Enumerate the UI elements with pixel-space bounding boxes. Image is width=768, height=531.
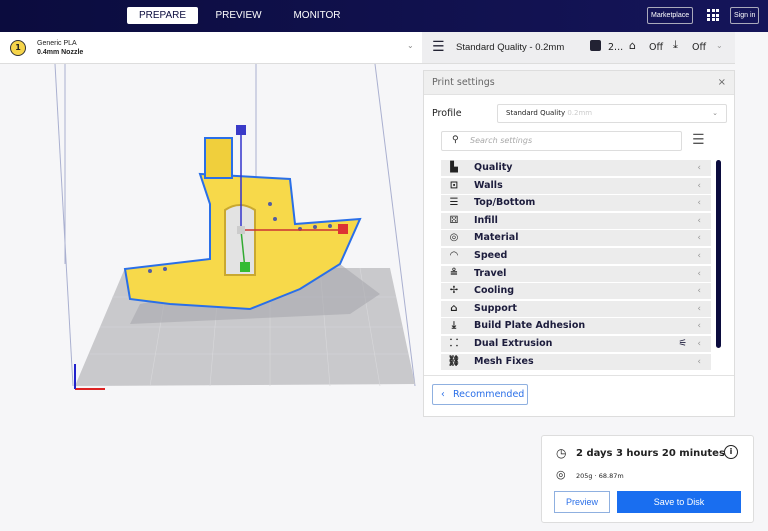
- save-to-disk-button[interactable]: Save to Disk: [617, 491, 741, 513]
- printer-selector[interactable]: 1 Generic PLA 0.4mm Nozzle ⌄: [0, 32, 422, 64]
- category-label: Quality: [474, 162, 513, 173]
- settings-category-dual-extrusion[interactable]: ⸬ Dual Extrusion ⚟ ‹: [441, 336, 711, 352]
- print-time: 2 days 3 hours 20 minutes: [576, 448, 725, 459]
- chevron-down-icon: ⌄: [716, 41, 723, 50]
- profile-dropdown[interactable]: Standard Quality 0.2mm ⌄: [497, 104, 727, 123]
- print-setup-selector[interactable]: ☰ Standard Quality - 0.2mm 2... ⌂ Off ⤓ …: [422, 32, 735, 64]
- category-icon: ⤓: [451, 320, 457, 332]
- chevron-left-icon: ‹: [697, 268, 701, 279]
- category-icon: ☰: [449, 197, 459, 209]
- category-label: Infill: [474, 214, 498, 226]
- category-label: Speed: [474, 250, 508, 261]
- chevron-left-icon: ‹: [697, 215, 701, 226]
- menu-icon[interactable]: ☰: [692, 132, 705, 148]
- settings-category-top-bottom[interactable]: ☰ Top/Bottom ‹: [441, 195, 711, 212]
- material-usage: 205g · 68.87m: [576, 472, 624, 480]
- category-icon: ◠: [450, 250, 458, 261]
- adhesion-value: Off: [692, 42, 707, 53]
- preview-button[interactable]: Preview: [554, 491, 610, 513]
- tab-monitor[interactable]: MONITOR: [285, 7, 349, 24]
- settings-category-infill[interactable]: ⚄ Infill ‹: [441, 212, 711, 229]
- settings-category-travel[interactable]: ≗ Travel ‹: [441, 265, 711, 282]
- print-settings-panel: Print settings × Profile Standard Quality…: [423, 70, 735, 417]
- chevron-left-icon: ‹: [697, 198, 701, 209]
- close-icon[interactable]: ×: [718, 71, 726, 95]
- support-value: Off: [649, 42, 664, 53]
- spool-icon: ◎: [556, 468, 566, 481]
- category-label: Dual Extrusion: [474, 338, 553, 349]
- settings-category-speed[interactable]: ◠ Speed ‹: [441, 248, 711, 264]
- profile-suffix: 0.2mm: [567, 109, 593, 117]
- recommended-button[interactable]: ‹ Recommended: [432, 384, 528, 405]
- y-axis-handle: [240, 262, 250, 272]
- viewport-3d[interactable]: [0, 64, 430, 404]
- search-placeholder: Search settings: [470, 136, 533, 145]
- category-icon: ⛓: [447, 355, 461, 367]
- chevron-left-icon: ‹: [697, 286, 701, 297]
- settings-category-quality[interactable]: ▙ Quality ‹: [441, 160, 711, 176]
- header: PREPARE PREVIEW MONITOR Marketplace Sign…: [0, 0, 768, 32]
- category-icon: ⊡: [449, 179, 459, 191]
- sliders-icon: ☰: [432, 39, 445, 55]
- category-icon: ⸬: [449, 338, 459, 349]
- tab-preview[interactable]: PREVIEW: [210, 7, 267, 24]
- category-label: Mesh Fixes: [474, 355, 534, 367]
- category-icon: ≗: [449, 267, 459, 279]
- infill-value: 2...: [608, 42, 624, 53]
- chevron-left-icon: ‹: [697, 356, 701, 367]
- settings-category-cooling[interactable]: ✢ Cooling ‹: [441, 283, 711, 300]
- panel-title: Print settings: [432, 77, 495, 88]
- category-label: Walls: [474, 179, 503, 191]
- settings-category-support[interactable]: ⌂ Support ‹: [441, 300, 711, 317]
- clock-icon: ◷: [556, 446, 567, 460]
- category-icon: ✢: [449, 285, 459, 297]
- chevron-down-icon: ⌄: [712, 109, 718, 117]
- apps-grid-icon[interactable]: [707, 9, 719, 21]
- tab-prepare[interactable]: PREPARE: [127, 7, 198, 24]
- nozzle-size: 0.4mm Nozzle: [37, 49, 84, 56]
- category-label: Support: [474, 302, 517, 314]
- settings-category-build-plate-adhesion[interactable]: ⤓ Build Plate Adhesion ‹: [441, 318, 711, 335]
- chevron-left-icon: ‹: [697, 251, 701, 261]
- category-label: Cooling: [474, 285, 515, 297]
- category-label: Travel: [474, 267, 507, 279]
- chevron-left-icon: ‹: [697, 163, 701, 173]
- category-label: Build Plate Adhesion: [474, 320, 586, 332]
- z-axis-handle: [236, 125, 246, 135]
- chevron-left-icon: ‹: [697, 180, 701, 191]
- settings-category-material[interactable]: ◎ Material ‹: [441, 230, 711, 247]
- chevron-left-icon: ‹: [697, 321, 701, 332]
- search-icon: ⚲: [452, 135, 459, 145]
- recommended-label: Recommended: [453, 389, 525, 400]
- settings-category-mesh-fixes[interactable]: ⛓ Mesh Fixes ‹: [441, 353, 711, 370]
- sign-in-button[interactable]: Sign in: [730, 7, 760, 24]
- category-icon: ⌂: [450, 302, 458, 314]
- chevron-left-icon: ‹: [697, 339, 701, 349]
- quality-profile: Standard Quality - 0.2mm: [456, 42, 565, 53]
- category-label: Material: [474, 232, 519, 244]
- search-settings-input[interactable]: ⚲ Search settings: [441, 131, 682, 151]
- profile-value: Standard Quality: [506, 109, 566, 117]
- adhesion-icon: ⤓: [673, 38, 678, 51]
- chevron-left-icon: ‹: [697, 233, 701, 244]
- category-icon: ⚄: [449, 214, 459, 226]
- support-icon: ⌂: [629, 39, 636, 52]
- category-icon: ▙: [450, 162, 458, 173]
- print-summary: ◷ 2 days 3 hours 20 minutes i ◎ 205g · 6…: [541, 435, 754, 523]
- category-label: Top/Bottom: [474, 197, 536, 209]
- infill-icon: [590, 40, 601, 51]
- settings-category-walls[interactable]: ⊡ Walls ‹: [441, 177, 711, 194]
- extruder-icon: 1: [10, 40, 26, 56]
- material-name: Generic PLA: [37, 40, 77, 47]
- x-axis-handle: [338, 224, 348, 234]
- chevron-down-icon: ⌄: [407, 41, 414, 50]
- marketplace-button[interactable]: Marketplace: [647, 7, 694, 24]
- sliders-icon: ⚟: [678, 338, 687, 349]
- chevron-left-icon: ‹: [697, 303, 701, 314]
- info-icon[interactable]: i: [724, 445, 738, 459]
- scrollbar[interactable]: [716, 160, 721, 348]
- profile-label: Profile: [432, 108, 462, 119]
- category-icon: ◎: [449, 232, 459, 244]
